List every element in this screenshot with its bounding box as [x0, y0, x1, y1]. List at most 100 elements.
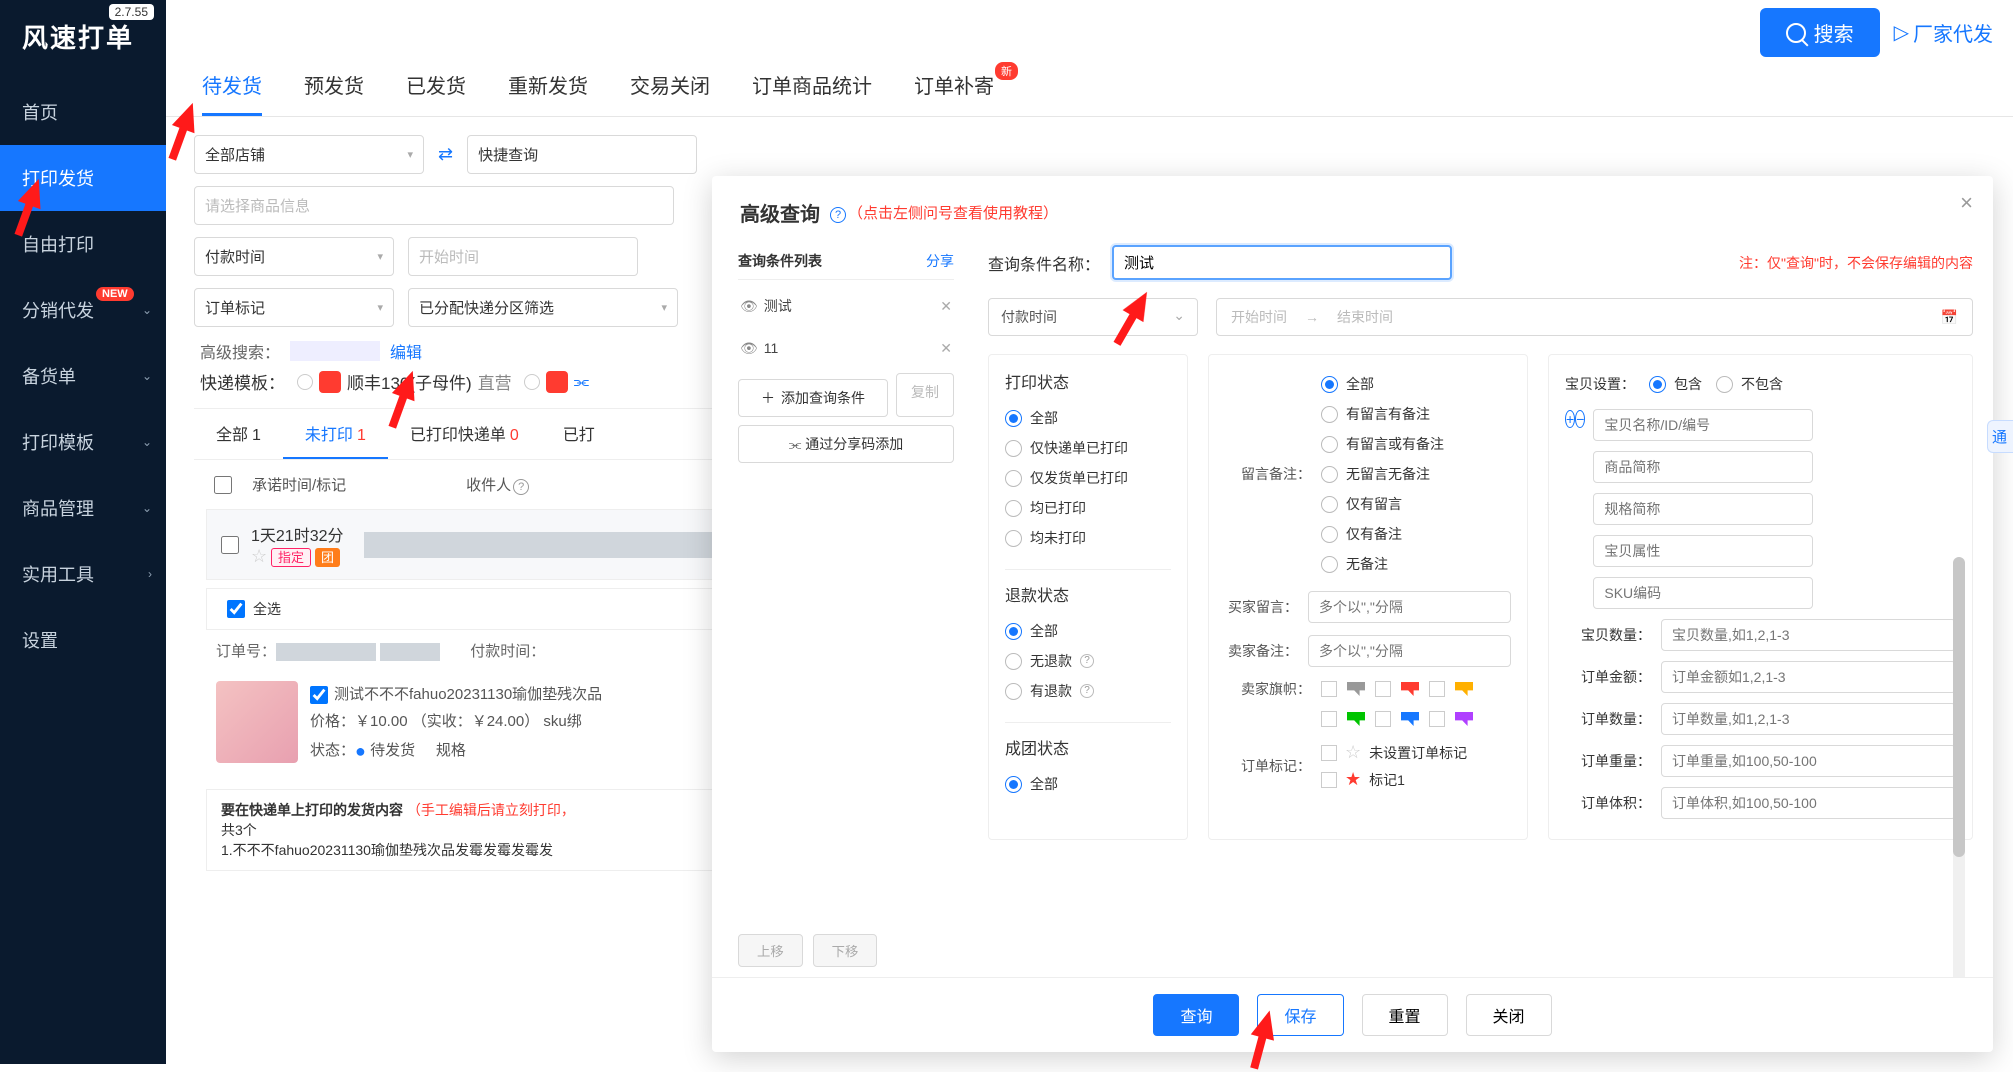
mark-option[interactable]: ★ 标记1: [1321, 766, 1511, 793]
paytime-select[interactable]: 付款时间▾: [194, 237, 394, 276]
baby-short-input[interactable]: [1593, 451, 1813, 483]
seller-note-input[interactable]: [1308, 635, 1511, 667]
start-time[interactable]: 开始时间: [408, 237, 638, 276]
close-icon[interactable]: ×: [1960, 190, 1973, 216]
star-icon[interactable]: ☆: [251, 546, 267, 566]
sidebar-item-product[interactable]: 商品管理⌄: [0, 475, 166, 541]
mark-option[interactable]: ☆ 未设置订单标记: [1321, 739, 1511, 766]
sidebar-item-free-print[interactable]: 自由打印: [0, 211, 166, 277]
subtab-printed[interactable]: 已打: [541, 409, 617, 459]
add-condition-button[interactable]: ＋添加查询条件: [738, 379, 888, 417]
save-button[interactable]: 保存: [1257, 994, 1343, 1036]
flag-purple-icon[interactable]: [1455, 712, 1473, 726]
close-button[interactable]: 关闭: [1466, 994, 1552, 1036]
subtab-unprinted[interactable]: 未打印1: [283, 409, 388, 459]
product-checkbox[interactable]: [310, 686, 328, 704]
subtab-printed-express[interactable]: 已打印快递单0: [388, 409, 541, 459]
query-button[interactable]: 查询: [1153, 994, 1239, 1036]
baby-name-input[interactable]: [1593, 409, 1813, 441]
condition-name-input[interactable]: [1112, 245, 1452, 280]
subtab-all[interactable]: 全部1: [194, 409, 283, 459]
qty-input[interactable]: [1661, 619, 1956, 651]
radio-refund-all[interactable]: 全部: [1005, 616, 1171, 646]
flag-checkbox[interactable]: [1375, 711, 1391, 727]
condition-item[interactable]: 👁测试✕: [738, 288, 954, 324]
sidebar-item-stock[interactable]: 备货单⌄: [0, 343, 166, 409]
sidebar-item-settings[interactable]: 设置: [0, 607, 166, 673]
tab-stats[interactable]: 订单商品统计: [752, 70, 872, 116]
vendor-ship-link[interactable]: 厂家代发: [1894, 18, 1993, 47]
select-all-products[interactable]: [227, 600, 245, 618]
share-link[interactable]: 分享: [926, 251, 954, 271]
radio-remark-both[interactable]: 有留言有备注: [1321, 399, 1511, 429]
spec-short-input[interactable]: [1593, 493, 1813, 525]
edit-link[interactable]: 编辑: [390, 339, 422, 363]
flag-checkbox[interactable]: [1375, 681, 1391, 697]
template-option-2[interactable]: ⫘: [524, 371, 589, 393]
remove-icon[interactable]: −: [1575, 410, 1585, 428]
scrollbar[interactable]: [1953, 557, 1965, 977]
add-icon[interactable]: +: [1565, 410, 1575, 428]
sidebar-item-tools[interactable]: 实用工具›: [0, 541, 166, 607]
volume-input[interactable]: [1661, 787, 1956, 819]
radio-refund-yes[interactable]: 有退款?: [1005, 676, 1171, 706]
amount-input[interactable]: [1661, 661, 1956, 693]
scrollbar-thumb[interactable]: [1953, 557, 1965, 857]
radio-group-all[interactable]: 全部: [1005, 769, 1171, 799]
radio-refund-no[interactable]: 无退款?: [1005, 646, 1171, 676]
tab-closed[interactable]: 交易关闭: [630, 70, 710, 116]
flag-blue-icon[interactable]: [1401, 712, 1419, 726]
move-up-button[interactable]: 上移: [738, 934, 803, 967]
mark-select[interactable]: 订单标记▾: [194, 288, 394, 327]
flag-red-icon[interactable]: [1401, 682, 1419, 696]
share-code-button[interactable]: ⫘ 通过分享码添加: [738, 425, 954, 463]
tab-pre[interactable]: 预发货: [304, 70, 364, 116]
radio-print-all[interactable]: 全部: [1005, 403, 1171, 433]
global-search-button[interactable]: 搜索: [1760, 8, 1880, 57]
select-all-checkbox[interactable]: [214, 476, 232, 494]
modal-help-link[interactable]: ?（点击左侧问号查看使用教程）: [830, 202, 1058, 223]
radio-remark-nonote[interactable]: 无备注: [1321, 549, 1511, 579]
shop-select[interactable]: 全部店铺▾: [194, 135, 424, 174]
move-down-button[interactable]: 下移: [813, 934, 878, 967]
delete-icon[interactable]: ✕: [940, 298, 952, 315]
tab-reship[interactable]: 重新发货: [508, 70, 588, 116]
baby-attr-input[interactable]: [1593, 535, 1813, 567]
swap-icon[interactable]: ⇄: [438, 144, 453, 165]
tab-resend[interactable]: 订单补寄新: [914, 70, 994, 116]
radio-remark-note[interactable]: 仅有备注: [1321, 519, 1511, 549]
product-select[interactable]: 请选择商品信息: [194, 186, 674, 225]
order-checkbox[interactable]: [221, 536, 239, 554]
buyer-msg-input[interactable]: [1308, 591, 1511, 623]
radio-include[interactable]: 包含: [1649, 369, 1702, 399]
ordcnt-input[interactable]: [1661, 703, 1956, 735]
radio-remark-or[interactable]: 有留言或有备注: [1321, 429, 1511, 459]
date-range-picker[interactable]: 开始时间→结束时间📅: [1216, 298, 1973, 336]
radio-print-none[interactable]: 均未打印: [1005, 523, 1171, 553]
radio-remark-none[interactable]: 无留言无备注: [1321, 459, 1511, 489]
flag-gray-icon[interactable]: [1347, 682, 1365, 696]
sidebar-item-distribution[interactable]: 分销代发NEW⌄: [0, 277, 166, 343]
partition-select[interactable]: 已分配快递分区筛选▾: [408, 288, 678, 327]
sidebar-item-template[interactable]: 打印模板⌄: [0, 409, 166, 475]
flag-checkbox[interactable]: [1429, 711, 1445, 727]
radio-print-both[interactable]: 均已打印: [1005, 493, 1171, 523]
condition-item[interactable]: 👁11✕: [738, 332, 954, 365]
flag-yellow-icon[interactable]: [1455, 682, 1473, 696]
quick-search[interactable]: 快捷查询: [467, 135, 697, 174]
delete-icon[interactable]: ✕: [940, 340, 952, 357]
flag-checkbox[interactable]: [1429, 681, 1445, 697]
template-option-1[interactable]: 顺丰130(子母件)直营: [297, 369, 512, 394]
radio-remark-all[interactable]: 全部: [1321, 369, 1511, 399]
sidebar-item-print-ship[interactable]: 打印发货: [0, 145, 166, 211]
weight-input[interactable]: [1661, 745, 1956, 777]
col-recipient[interactable]: 收件人?: [466, 474, 529, 495]
radio-print-ship[interactable]: 仅发货单已打印: [1005, 463, 1171, 493]
sku-input[interactable]: [1593, 577, 1813, 609]
radio-remark-msg[interactable]: 仅有留言: [1321, 489, 1511, 519]
date-type-select[interactable]: 付款时间⌄: [988, 298, 1198, 336]
side-tab[interactable]: 通: [1987, 420, 2013, 453]
sidebar-item-home[interactable]: 首页: [0, 79, 166, 145]
col-promise-time[interactable]: 承诺时间/标记: [252, 474, 346, 495]
flag-checkbox[interactable]: [1321, 711, 1337, 727]
